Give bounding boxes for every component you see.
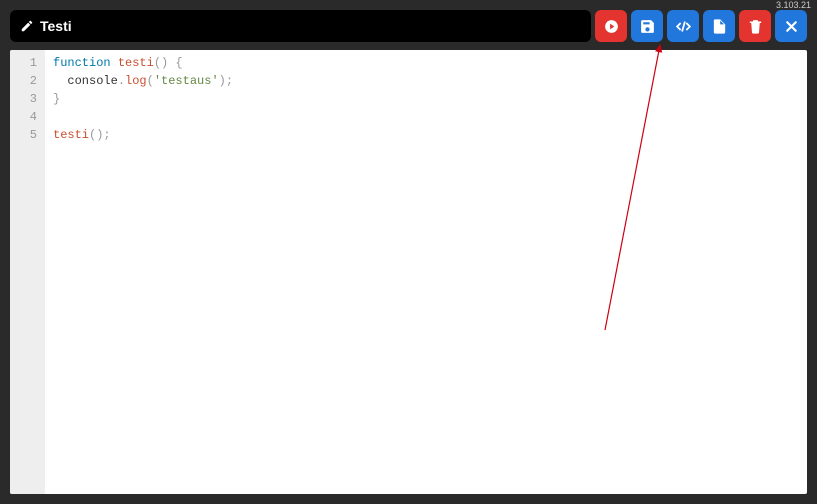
code-line: } <box>53 90 807 108</box>
code-line: testi(); <box>53 126 807 144</box>
code-area[interactable]: function testi() { console.log('testaus'… <box>45 50 807 494</box>
line-gutter: 12345 <box>10 50 45 494</box>
close-icon <box>783 18 800 35</box>
line-number: 3 <box>10 90 45 108</box>
trash-icon <box>747 18 764 35</box>
version-label: 3.103.21 <box>776 0 811 10</box>
play-icon <box>603 18 620 35</box>
save-button[interactable] <box>631 10 663 42</box>
code-line <box>53 108 807 126</box>
run-button[interactable] <box>595 10 627 42</box>
title-field[interactable] <box>10 10 591 42</box>
line-number: 2 <box>10 72 45 90</box>
line-number: 5 <box>10 126 45 144</box>
pencil-icon <box>20 19 34 33</box>
save-icon <box>639 18 656 35</box>
toolbar <box>10 10 807 42</box>
code-line: console.log('testaus'); <box>53 72 807 90</box>
file-button[interactable] <box>703 10 735 42</box>
code-line: function testi() { <box>53 54 807 72</box>
delete-button[interactable] <box>739 10 771 42</box>
code-icon <box>675 18 692 35</box>
title-input[interactable] <box>40 18 581 34</box>
file-icon <box>711 18 728 35</box>
close-button[interactable] <box>775 10 807 42</box>
line-number: 1 <box>10 54 45 72</box>
code-editor[interactable]: 12345 function testi() { console.log('te… <box>10 50 807 494</box>
code-button[interactable] <box>667 10 699 42</box>
line-number: 4 <box>10 108 45 126</box>
